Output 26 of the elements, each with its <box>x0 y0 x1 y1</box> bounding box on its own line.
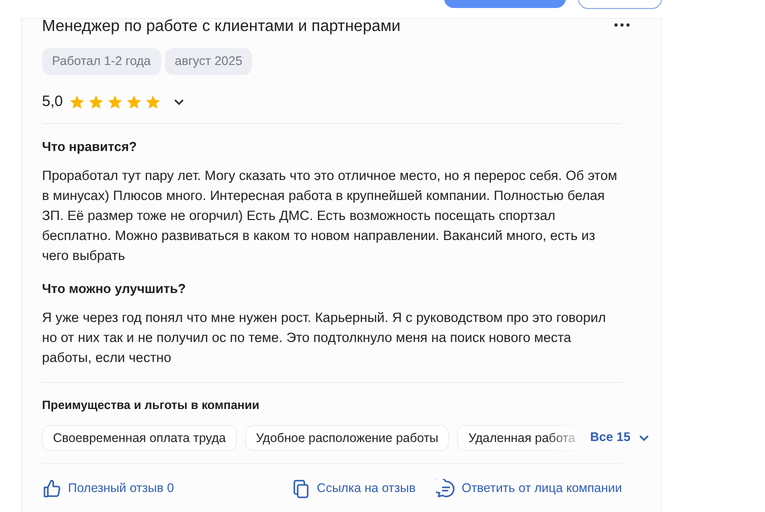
star-icon <box>106 94 123 110</box>
section-heading: Что можно улучшить? <box>42 280 187 298</box>
star-icon <box>144 94 161 110</box>
show-all-link[interactable]: Все 15 <box>590 428 650 447</box>
rating-value: 5,0 <box>42 92 63 112</box>
action-link[interactable]: Ответить от лица компании <box>436 478 622 498</box>
thumbs-up-icon <box>42 478 62 498</box>
action-link[interactable]: Полезный отзыв 0 <box>42 478 174 498</box>
star-icon <box>68 94 85 110</box>
star-icon <box>88 94 104 110</box>
tag: Работал 1-2 года <box>42 48 161 75</box>
tag: август 2025 <box>164 48 252 75</box>
section-text: Проработал тут пару лет. Могу сказать что это отличное место, но я перерос себя. Об этом в минусах) Плюсов много. Интересная работа в крупнейшей компании. Полностью белая ЗП. Её размер тоже не огорчил) Есть ДМС. Есть возможность посещать спортзал бесплатно. Можно развиваться в каком то новом направлении. Вакансий много, есть из чего выбрать <box>42 166 618 265</box>
action-link[interactable]: Ссылка на отзыв <box>290 478 416 498</box>
chevron-down-icon <box>638 434 650 442</box>
section-text: Я уже через год понял что мне нужен рост. Карьерный. Я с руководством про это говорил но от них так и не получил ос по теме. Это подтолкнуло меня на поиск нового места работы, если честно <box>42 308 607 367</box>
review-title: Менеджер по работе с клиентами и партнерами <box>42 17 400 37</box>
benefit-chip: Своевременная оплата труда <box>42 424 237 450</box>
more-icon[interactable] <box>614 23 630 27</box>
section-heading: Что нравится? <box>42 138 138 156</box>
star-icon <box>126 94 142 110</box>
chat-icon <box>436 478 456 498</box>
chevron-down-icon[interactable] <box>172 98 185 106</box>
benefits-heading: Преимущества и льготы в компании <box>42 396 260 412</box>
copy-icon <box>290 478 311 498</box>
benefit-chip: Удобное расположение работы <box>244 424 450 450</box>
